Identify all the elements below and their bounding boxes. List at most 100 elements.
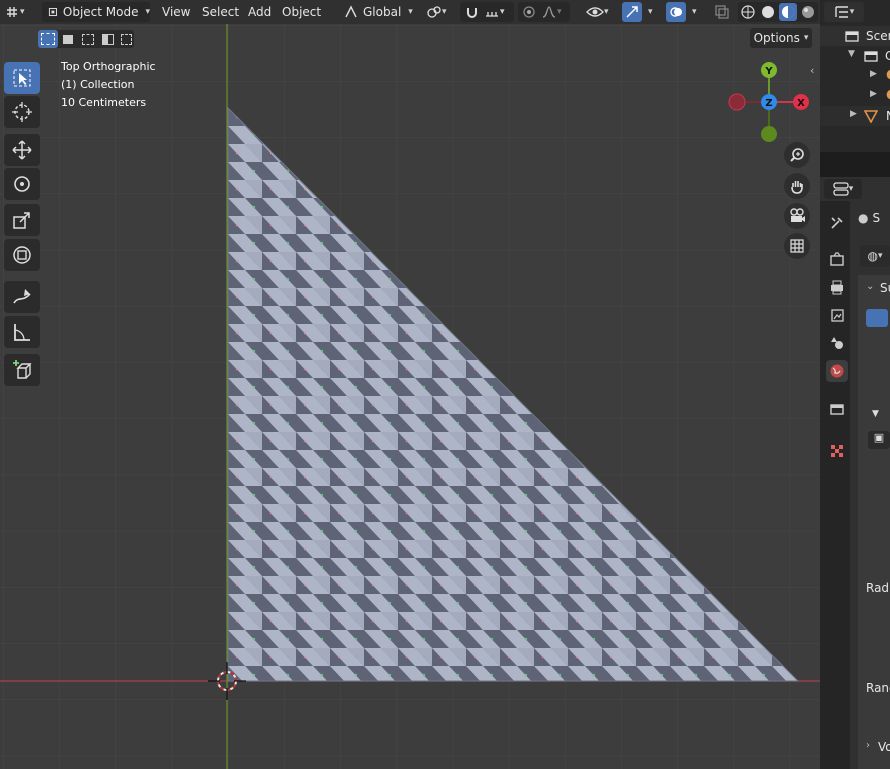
world-icon: ◍ — [867, 249, 878, 263]
chevron-down-icon: ▾ — [648, 7, 653, 17]
view-layer-icon — [831, 309, 844, 322]
outliner-camera-row[interactable]: ▶ ● — [820, 66, 890, 86]
rendered-shading-icon[interactable] — [800, 4, 816, 20]
select-new-icon[interactable] — [38, 30, 58, 48]
snapping-group[interactable]: ▾ — [460, 2, 514, 22]
tool-cursor[interactable] — [4, 96, 40, 128]
outliner-display-mode[interactable]: ▾ — [824, 2, 864, 22]
expand-arrow-icon[interactable]: ▶ — [870, 89, 877, 99]
visibility-dropdown[interactable]: ▾ — [586, 2, 618, 22]
xray-toggle[interactable] — [714, 2, 734, 22]
menu-select[interactable]: Select — [202, 5, 239, 19]
expand-arrow-icon[interactable]: ⌄ — [866, 281, 874, 292]
tab-texture[interactable] — [826, 440, 848, 462]
editor-type-selector[interactable]: ▾ — [4, 2, 36, 22]
expand-arrow-icon[interactable]: ▶ — [870, 69, 877, 79]
outliner-mesh-row[interactable]: ▶ N — [820, 106, 890, 126]
menu-add[interactable]: Add — [248, 5, 271, 19]
surface-type-button[interactable] — [866, 309, 888, 327]
gizmo-y-label: Y — [764, 66, 773, 77]
camera-view-button[interactable] — [784, 203, 810, 229]
tab-tool[interactable] — [826, 212, 848, 234]
tab-collection[interactable] — [826, 398, 848, 420]
render-icon — [830, 252, 844, 266]
pivot-point-dropdown[interactable]: ▾ — [426, 2, 456, 22]
select-invert-icon[interactable] — [98, 30, 118, 48]
outliner-scene-row[interactable]: Scen — [820, 26, 890, 46]
overlay-toggle-group[interactable]: ▾ — [666, 2, 704, 22]
output-icon — [831, 280, 843, 295]
options-dropdown[interactable]: Options ▾ — [750, 28, 812, 48]
cursor-icon — [12, 102, 32, 122]
outliner-icon — [835, 6, 848, 18]
rotate-icon — [14, 176, 30, 192]
select-subtract-icon[interactable] — [78, 30, 98, 48]
gizmo-toggle-group[interactable]: ▾ — [622, 2, 660, 22]
tool-move[interactable] — [4, 134, 40, 166]
chevron-down-icon: ▾ — [20, 7, 25, 17]
chevron-down-icon: ▾ — [848, 184, 854, 194]
ortho-toggle-button[interactable] — [784, 233, 810, 259]
camera-object-icon: ● — [886, 67, 890, 82]
world-selector[interactable]: ◍ ▾ — [860, 245, 890, 267]
selection-mode-group[interactable] — [38, 30, 134, 48]
properties-editor-type[interactable]: ▾ — [824, 179, 862, 199]
surface-section-label: Su — [880, 281, 890, 295]
expand-arrow-icon[interactable]: ▶ — [850, 109, 857, 119]
navigation-gizmo[interactable]: Y Z X — [724, 58, 820, 146]
solid-shading-icon[interactable] — [760, 4, 776, 20]
tool-icon — [831, 217, 843, 229]
wireframe-shading-icon[interactable] — [740, 4, 756, 20]
tool-select-box[interactable] — [4, 62, 40, 94]
transform-orientation-dropdown[interactable]: Global ▾ — [340, 2, 420, 22]
outliner-collection-row[interactable]: ▼ C — [820, 46, 890, 66]
material-preview-icon[interactable] — [779, 3, 797, 21]
shading-mode-group[interactable] — [738, 2, 818, 22]
pan-button[interactable] — [784, 173, 810, 199]
zoom-button[interactable] — [784, 142, 810, 168]
tool-scale[interactable] — [4, 204, 40, 236]
tool-rotate[interactable] — [4, 168, 40, 200]
chevron-down-icon: ▾ — [442, 7, 447, 17]
tab-world[interactable] — [826, 360, 848, 382]
proportional-editing-group[interactable]: ▾ — [518, 2, 570, 22]
grid-icon — [790, 239, 804, 253]
tab-view-layer[interactable] — [826, 304, 848, 326]
tool-measure[interactable] — [4, 316, 40, 348]
chevron-down-icon: ▾ — [604, 7, 609, 17]
menu-object[interactable]: Object — [282, 5, 321, 19]
gizmo-neg-x[interactable] — [728, 93, 746, 111]
proportional-edit-icon — [523, 6, 535, 18]
menu-view[interactable]: View — [162, 5, 190, 19]
gizmo-neg-y[interactable] — [761, 126, 777, 142]
texture-image-icon[interactable]: ▣ — [868, 431, 890, 449]
sidebar-toggle-arrow[interactable]: ‹ — [810, 64, 820, 84]
chevron-down-icon: ▾ — [803, 33, 809, 43]
tab-output[interactable] — [826, 276, 848, 298]
gizmo-icon — [622, 2, 642, 22]
expand-arrow-icon[interactable]: ▼ — [848, 49, 855, 59]
collapse-arrow-icon[interactable]: › — [866, 740, 870, 751]
select-intersect-icon[interactable] — [118, 30, 134, 48]
snap-magnet-icon — [467, 8, 477, 18]
expand-arrow-icon[interactable]: ▼ — [872, 409, 879, 419]
chevron-down-icon: ▾ — [145, 7, 150, 17]
select-extend-icon[interactable] — [58, 30, 78, 48]
radius-label: Radi — [866, 581, 890, 595]
add-cube-icon — [13, 360, 32, 379]
collection-icon — [864, 51, 878, 62]
tab-scene[interactable] — [826, 332, 848, 354]
hand-icon — [791, 181, 803, 194]
mode-dropdown[interactable]: Object Mode ▾ — [42, 2, 150, 22]
tool-annotate[interactable] — [4, 281, 40, 313]
volume-section[interactable]: › Vo — [858, 736, 890, 758]
tool-transform[interactable] — [4, 239, 40, 271]
texture-checker-icon — [831, 445, 843, 457]
3d-viewport[interactable]: Options ▾ Top Orthographic (1) Collectio… — [0, 24, 820, 769]
pivot-icon — [427, 6, 441, 18]
viewport-canvas[interactable] — [0, 24, 820, 769]
scene-icon — [831, 337, 843, 349]
outliner-light-row[interactable]: ▶ ● — [820, 86, 890, 106]
tab-render[interactable] — [826, 248, 848, 270]
tool-add-cube[interactable] — [4, 354, 40, 386]
